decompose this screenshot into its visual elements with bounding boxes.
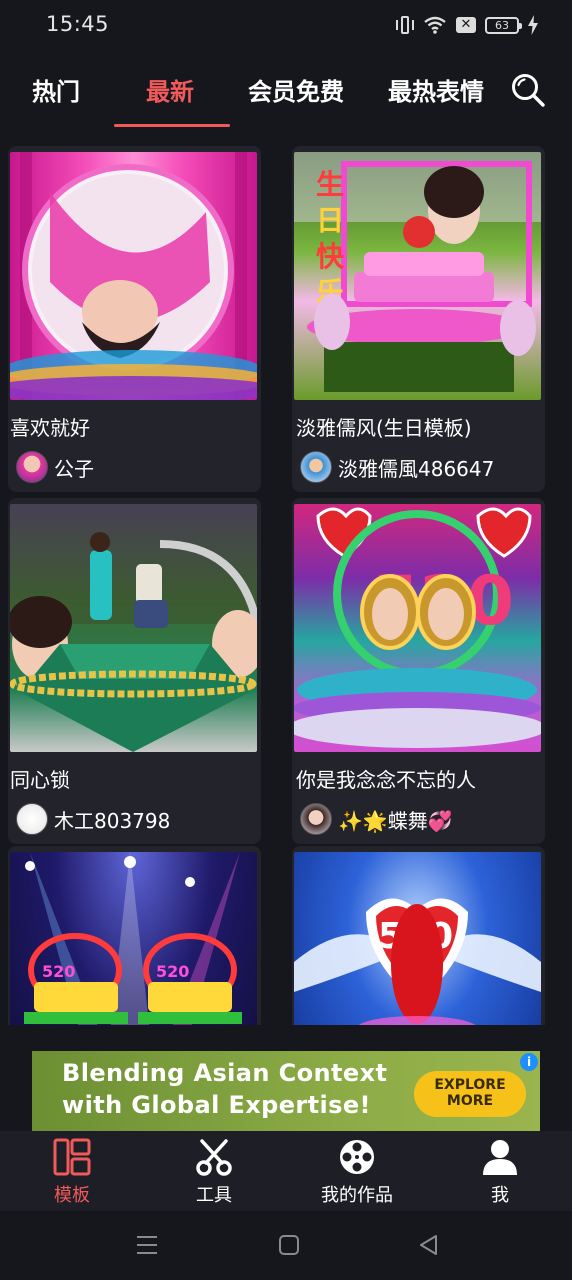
author-avatar: [16, 803, 48, 835]
status-bar: 15:45 ✕ 63: [0, 0, 572, 52]
tab-hot[interactable]: 热门: [32, 72, 80, 107]
author-name: 公子: [54, 456, 94, 481]
thumb-text: 生: [316, 168, 344, 201]
film-reel-icon: [340, 1140, 374, 1174]
wifi-icon: [424, 16, 446, 34]
search-icon[interactable]: [510, 72, 546, 108]
template-thumbnail[interactable]: [10, 152, 257, 400]
category-tabs: 热门 最新 会员免费 最热表情: [0, 62, 572, 128]
nav-templates-label: 模板: [54, 1185, 90, 1206]
nav-my-works-label: 我的作品: [321, 1185, 393, 1206]
ad-explore-button[interactable]: EXPLORE MORE: [414, 1071, 526, 1117]
nav-my-works[interactable]: 我的作品: [307, 1137, 407, 1207]
template-author[interactable]: 木工803798: [16, 802, 170, 836]
author-name: ✨🌟蝶舞💞: [338, 808, 453, 833]
ad-info-icon[interactable]: i: [520, 1053, 538, 1071]
template-card[interactable]: 生 日 快 乐 淡雅儒风(生日模板) 淡雅儒風486647: [292, 146, 545, 492]
author-avatar: [16, 451, 48, 483]
charging-icon: [528, 15, 538, 35]
author-avatar: [300, 451, 332, 483]
template-card[interactable]: 520 你是我念念不忘的人 ✨🌟蝶舞💞: [292, 498, 545, 844]
template-thumbnail[interactable]: 520: [294, 852, 541, 1025]
template-card[interactable]: 520: [292, 846, 545, 1025]
template-thumbnail[interactable]: 生 日 快 乐: [294, 152, 541, 400]
template-grid: 喜欢就好 公子 生 日 快 乐 淡雅儒风(生日模板) 淡雅儒風486647 同心…: [0, 140, 572, 1025]
nav-tools[interactable]: 工具: [164, 1137, 264, 1207]
template-title: 你是我念念不忘的人: [296, 768, 476, 792]
nav-me[interactable]: 我: [450, 1137, 550, 1207]
active-tab-indicator: [114, 124, 230, 127]
nav-me-label: 我: [491, 1185, 509, 1206]
status-icons: ✕ 63: [396, 14, 538, 36]
template-title: 淡雅儒风(生日模板): [296, 416, 472, 440]
person-icon: [483, 1140, 517, 1175]
author-name: 淡雅儒風486647: [338, 456, 495, 481]
ad-banner[interactable]: Blending Asian Context with Global Exper…: [32, 1051, 540, 1131]
scissors-icon: [196, 1139, 232, 1176]
author-name: 木工803798: [54, 808, 171, 833]
template-thumbnail[interactable]: 520: [294, 504, 541, 752]
template-title: 喜欢就好: [10, 416, 90, 440]
status-time: 15:45: [46, 12, 110, 36]
tab-member-free[interactable]: 会员免费: [248, 72, 344, 107]
template-card[interactable]: 喜欢就好 公子: [8, 146, 261, 492]
nav-templates[interactable]: 模板: [22, 1137, 122, 1207]
battery-icon: 63: [485, 16, 522, 34]
back-icon[interactable]: [416, 1233, 442, 1257]
template-author[interactable]: ✨🌟蝶舞💞: [300, 802, 453, 836]
author-avatar: [300, 803, 332, 835]
system-nav-bar: [0, 1211, 572, 1280]
tab-hot-stickers[interactable]: 最热表情: [388, 72, 484, 107]
template-thumbnail[interactable]: [10, 504, 257, 752]
template-thumbnail[interactable]: 520 520: [10, 852, 257, 1025]
template-card[interactable]: 同心锁 木工803798: [8, 498, 261, 844]
vibrate-icon: [396, 15, 414, 35]
thumb-text: 日: [316, 204, 344, 237]
nav-tools-label: 工具: [196, 1185, 232, 1206]
template-author[interactable]: 淡雅儒風486647: [300, 450, 494, 484]
tab-latest[interactable]: 最新: [146, 72, 194, 107]
template-grid-icon: [53, 1138, 91, 1176]
ad-headline-line1: Blending Asian Context: [62, 1059, 388, 1087]
thumb-text: 520: [42, 962, 75, 981]
bottom-nav: 模板 工具 我的作品 我: [0, 1131, 572, 1211]
ad-headline-line2: with Global Expertise!: [62, 1091, 371, 1119]
thumb-text: 520: [156, 962, 189, 981]
recent-apps-icon[interactable]: [134, 1233, 160, 1257]
template-card[interactable]: 520 520: [8, 846, 261, 1025]
template-title: 同心锁: [10, 768, 70, 792]
home-icon[interactable]: [276, 1233, 302, 1257]
template-author[interactable]: 公子: [16, 450, 94, 484]
sim-off-icon: ✕: [456, 17, 476, 33]
thumb-text: 快: [316, 240, 345, 273]
